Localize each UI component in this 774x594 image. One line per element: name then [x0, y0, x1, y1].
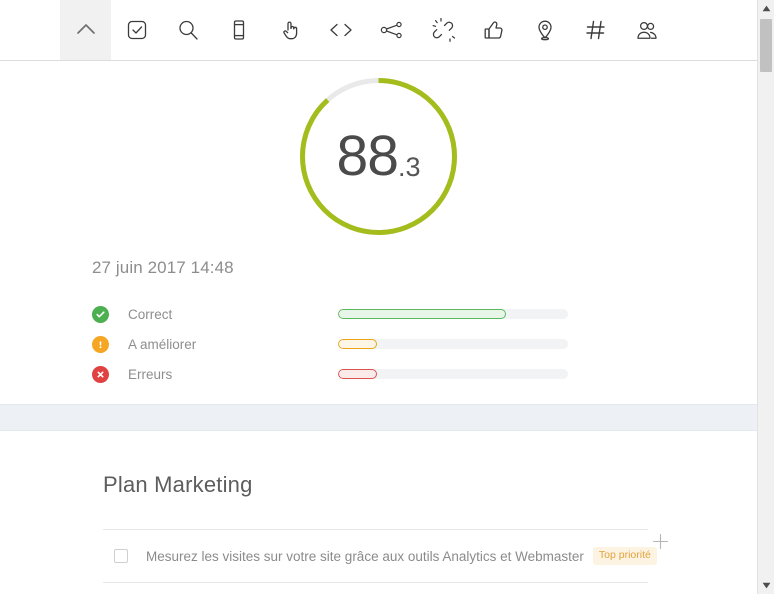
- network-nodes-icon: [379, 18, 405, 42]
- score-value: 88 .3: [297, 75, 460, 238]
- hashtag-icon: [584, 18, 608, 42]
- toolbar-item-checklist[interactable]: [111, 0, 162, 60]
- stat-label-errors: Erreurs: [128, 366, 173, 382]
- toolbar-item-click[interactable]: [264, 0, 315, 60]
- check-square-icon: [125, 18, 149, 42]
- stat-label-correct: Correct: [128, 306, 173, 322]
- vertical-scrollbar[interactable]: [757, 0, 774, 594]
- stat-bar-improve: [338, 339, 568, 349]
- toolbar-item-broken-link[interactable]: [417, 0, 468, 60]
- map-pin-icon: [533, 18, 557, 42]
- toolbar-item-code[interactable]: [315, 0, 366, 60]
- chevron-up-icon: [73, 17, 99, 43]
- summary-section: 27 juin 2017 14:48 Correct A améliorer E…: [0, 244, 757, 389]
- pointing-hand-icon: [278, 18, 302, 42]
- toolbar-item-keywords[interactable]: [570, 0, 621, 60]
- toolbar-item-mobile[interactable]: [213, 0, 264, 60]
- score-gauge: 88 .3: [297, 75, 460, 238]
- stat-bar-errors: [338, 369, 568, 379]
- stat-bar-fill-correct: [338, 309, 506, 319]
- content-viewport: 88 .3 27 juin 2017 14:48 Correct A améli…: [0, 0, 757, 594]
- toolbar: [0, 0, 757, 61]
- toolbar-item-local[interactable]: [519, 0, 570, 60]
- plan-title: Plan Marketing: [103, 472, 253, 497]
- analysis-timestamp: 27 juin 2017 14:48: [92, 258, 234, 277]
- stat-bar-correct: [338, 309, 568, 319]
- score-gauge-section: 88 .3: [0, 61, 757, 244]
- status-badge: Top priorité: [592, 547, 657, 565]
- toolbar-item-collapse-chevron-up[interactable]: [60, 0, 111, 60]
- plan-list-item[interactable]: Optimisez les Titres de vos pages: [103, 582, 648, 594]
- users-icon: [635, 18, 659, 42]
- stat-row-improve: A améliorer: [92, 329, 757, 359]
- score-integer: 88: [336, 124, 399, 188]
- plan-list: Mesurez les visites sur votre site grâce…: [103, 529, 669, 594]
- score-decimal: .3: [397, 152, 421, 182]
- code-brackets-icon: [328, 18, 354, 42]
- plan-item-label: Mesurez les visites sur votre site grâce…: [146, 548, 584, 564]
- stat-bar-fill-errors: [338, 369, 378, 379]
- expand-plus-icon[interactable]: [651, 532, 670, 551]
- plan-item-checkbox[interactable]: [114, 549, 128, 563]
- search-icon: [176, 18, 200, 42]
- thumbs-up-icon: [482, 18, 506, 42]
- plan-list-item[interactable]: Mesurez les visites sur votre site grâce…: [103, 529, 669, 582]
- scrollbar-thumb[interactable]: [760, 19, 772, 72]
- toolbar-item-social[interactable]: [468, 0, 519, 60]
- section-divider-band: [0, 404, 757, 431]
- times-circle-icon: [92, 365, 109, 383]
- check-circle-icon: [92, 305, 109, 323]
- scrollbar-arrow-up-icon[interactable]: [758, 0, 774, 17]
- stat-row-errors: Erreurs: [92, 359, 757, 389]
- broken-link-icon: [430, 17, 456, 43]
- stat-bar-fill-improve: [338, 339, 378, 349]
- stat-label-improve: A améliorer: [128, 336, 197, 352]
- app-window: 88 .3 27 juin 2017 14:48 Correct A améli…: [0, 0, 774, 594]
- toolbar-item-users[interactable]: [621, 0, 672, 60]
- scrollbar-arrow-down-icon[interactable]: [758, 577, 774, 594]
- toolbar-item-search[interactable]: [162, 0, 213, 60]
- stat-row-correct: Correct: [92, 299, 757, 329]
- plan-marketing-section: Plan Marketing Mesurez les visites sur v…: [0, 431, 757, 594]
- mobile-icon: [227, 18, 251, 42]
- exclamation-circle-icon: [92, 335, 109, 353]
- toolbar-item-sitemap[interactable]: [366, 0, 417, 60]
